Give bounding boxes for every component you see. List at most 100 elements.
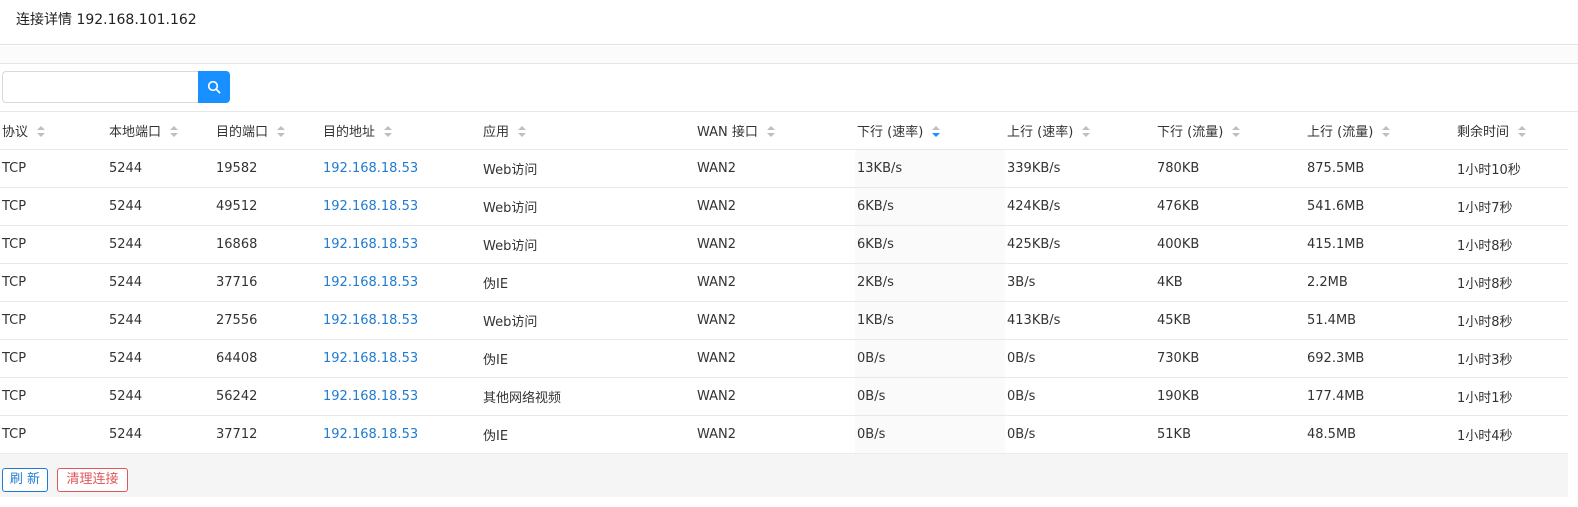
- table-cell: 1小时8秒: [1455, 263, 1568, 302]
- table-cell: TCP: [0, 377, 107, 416]
- destination-address-link[interactable]: 192.168.18.53: [321, 225, 481, 264]
- table-cell: TCP: [0, 339, 107, 378]
- table-cell: 425KB/s: [1005, 225, 1155, 264]
- table-row: TCP 5244 64408 192.168.18.53 伪IE WAN2 0B/s 0B/s…: [0, 339, 1568, 378]
- column-header[interactable]: 上行 (速率): [1005, 112, 1155, 150]
- table-cell: Web访问: [481, 149, 695, 188]
- table-cell: 13KB/s: [855, 149, 1005, 188]
- column-header[interactable]: 下行 (速率): [855, 112, 1005, 150]
- column-header[interactable]: 目的端口: [214, 112, 321, 150]
- table-cell: 5244: [107, 263, 214, 302]
- table-cell: 5244: [107, 339, 214, 378]
- table-cell: 424KB/s: [1005, 187, 1155, 226]
- table-cell: 1小时8秒: [1455, 301, 1568, 340]
- column-header[interactable]: 本地端口: [107, 112, 214, 150]
- table-cell: WAN2: [695, 301, 855, 340]
- column-header[interactable]: 下行 (流量): [1155, 112, 1305, 150]
- table-cell: 476KB: [1155, 187, 1305, 226]
- table-cell: 3B/s: [1005, 263, 1155, 302]
- table-cell: 0B/s: [1005, 415, 1155, 454]
- table-cell: 415.1MB: [1305, 225, 1455, 264]
- table-cell: 51.4MB: [1305, 301, 1455, 340]
- table-cell: WAN2: [695, 415, 855, 454]
- table-cell: WAN2: [695, 263, 855, 302]
- table-cell: 875.5MB: [1305, 149, 1455, 188]
- sort-icon[interactable]: [1232, 125, 1241, 138]
- sort-icon[interactable]: [37, 125, 46, 138]
- table-cell: 1小时1秒: [1455, 377, 1568, 416]
- table-cell: WAN2: [695, 149, 855, 188]
- search-bar: [2, 71, 230, 103]
- column-header[interactable]: 目的地址: [321, 112, 481, 150]
- sort-icon[interactable]: [170, 125, 179, 138]
- toolbar-divider: [0, 46, 1578, 64]
- table-cell: 伪IE: [481, 339, 695, 378]
- table-cell: 27556: [214, 301, 321, 340]
- column-header[interactable]: 应用: [481, 112, 695, 150]
- sort-icon[interactable]: [766, 125, 775, 138]
- column-header[interactable]: WAN 接口: [695, 112, 855, 150]
- column-header-label: 下行 (流量): [1157, 125, 1224, 140]
- table-cell: 4KB: [1155, 263, 1305, 302]
- table-cell: 190KB: [1155, 377, 1305, 416]
- table-row: TCP 5244 37712 192.168.18.53 伪IE WAN2 0B/s 0B/s…: [0, 415, 1568, 454]
- table-cell: 6KB/s: [855, 225, 1005, 264]
- table-cell: 37712: [214, 415, 321, 454]
- sort-icon[interactable]: [277, 125, 286, 138]
- table-cell: 56242: [214, 377, 321, 416]
- sort-icon[interactable]: [1082, 125, 1091, 138]
- column-header-label: WAN 接口: [697, 125, 758, 140]
- column-header-label: 目的地址: [323, 125, 376, 140]
- column-header-label: 本地端口: [109, 125, 162, 140]
- refresh-button[interactable]: 刷 新: [2, 468, 48, 492]
- destination-address-link[interactable]: 192.168.18.53: [321, 377, 481, 416]
- table-cell: 伪IE: [481, 263, 695, 302]
- table-cell: 0B/s: [855, 339, 1005, 378]
- destination-address-link[interactable]: 192.168.18.53: [321, 263, 481, 302]
- sort-icon[interactable]: [932, 125, 941, 138]
- sort-icon[interactable]: [518, 125, 527, 138]
- page-header: 连接详情 192.168.101.162: [0, 0, 1578, 45]
- table-cell: 1小时10秒: [1455, 149, 1568, 188]
- table-row: TCP 5244 16868 192.168.18.53 Web访问 WAN2 6KB/s 4…: [0, 225, 1568, 264]
- table-cell: 5244: [107, 301, 214, 340]
- search-button[interactable]: [198, 71, 230, 103]
- table-cell: 541.6MB: [1305, 187, 1455, 226]
- table-cell: 2KB/s: [855, 263, 1005, 302]
- sort-icon[interactable]: [1518, 125, 1527, 138]
- column-header[interactable]: 协议: [0, 112, 107, 150]
- table-cell: 2.2MB: [1305, 263, 1455, 302]
- destination-address-link[interactable]: 192.168.18.53: [321, 301, 481, 340]
- column-header-label: 目的端口: [216, 125, 269, 140]
- table-cell: 6KB/s: [855, 187, 1005, 226]
- table-body: TCP 5244 19582 192.168.18.53 Web访问 WAN2 13KB/s…: [0, 149, 1568, 454]
- table-cell: 5244: [107, 377, 214, 416]
- table-cell: 64408: [214, 339, 321, 378]
- sort-icon[interactable]: [1382, 125, 1391, 138]
- table-cell: TCP: [0, 187, 107, 226]
- table-cell: Web访问: [481, 187, 695, 226]
- table-cell: 5244: [107, 415, 214, 454]
- table-cell: 19582: [214, 149, 321, 188]
- clear-connections-button[interactable]: 清理连接: [57, 468, 128, 492]
- column-header-label: 剩余时间: [1457, 125, 1510, 140]
- column-header-label: 下行 (速率): [857, 125, 924, 140]
- column-header-label: 协议: [2, 125, 29, 140]
- destination-address-link[interactable]: 192.168.18.53: [321, 187, 481, 226]
- footer-bar: 刷 新 清理连接: [0, 453, 1568, 497]
- table-cell: 48.5MB: [1305, 415, 1455, 454]
- column-header[interactable]: 剩余时间: [1455, 112, 1568, 150]
- table-cell: 51KB: [1155, 415, 1305, 454]
- table-cell: WAN2: [695, 339, 855, 378]
- destination-address-link[interactable]: 192.168.18.53: [321, 339, 481, 378]
- table-cell: 0B/s: [855, 377, 1005, 416]
- search-input[interactable]: [2, 71, 198, 103]
- column-header[interactable]: 上行 (流量): [1305, 112, 1455, 150]
- table-cell: 45KB: [1155, 301, 1305, 340]
- destination-address-link[interactable]: 192.168.18.53: [321, 149, 481, 188]
- table-cell: TCP: [0, 415, 107, 454]
- table-cell: 5244: [107, 149, 214, 188]
- sort-icon[interactable]: [384, 125, 393, 138]
- table-cell: 1KB/s: [855, 301, 1005, 340]
- destination-address-link[interactable]: 192.168.18.53: [321, 415, 481, 454]
